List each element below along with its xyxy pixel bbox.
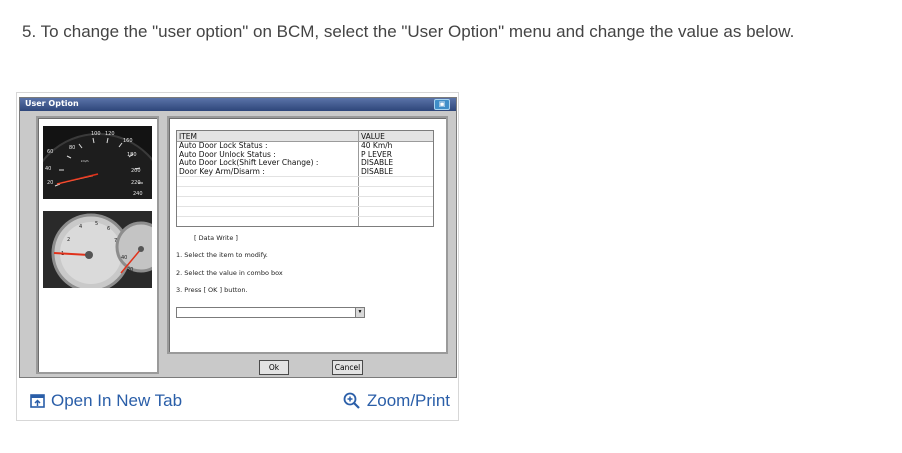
instruction-step: 1. Select the item to modify.: [176, 251, 268, 259]
column-header-item: ITEM: [177, 131, 359, 141]
speedometer-image: 60 40 20 80 100 120 160 180 200 220 240 km/h: [43, 126, 152, 199]
item-cell: Auto Door Unlock Status :: [177, 150, 359, 159]
option-editor-panel: ITEM VALUE Auto Door Lock Status : 40 Km…: [167, 116, 448, 354]
cancel-button[interactable]: Cancel: [332, 360, 363, 375]
table-row[interactable]: Auto Door Lock Status : 40 Km/h: [177, 142, 433, 151]
svg-text:200: 200: [131, 168, 141, 174]
table-row-empty: [177, 186, 433, 196]
table-row-empty: [177, 176, 433, 186]
svg-text:5: 5: [95, 221, 98, 227]
open-new-tab-link[interactable]: Open In New Tab: [30, 391, 182, 411]
data-write-heading: [ Data Write ]: [194, 234, 238, 242]
svg-text:20: 20: [127, 267, 133, 273]
table-row-empty: [177, 206, 433, 216]
zoom-print-label: Zoom/Print: [366, 391, 450, 410]
item-cell: Auto Door Lock(Shift Lever Change) :: [177, 159, 359, 168]
item-cell: Auto Door Lock Status :: [177, 142, 359, 151]
table-row[interactable]: Auto Door Unlock Status : P LEVER: [177, 150, 433, 159]
tachometer-image: 245 671 4020: [43, 211, 152, 288]
value-cell: DISABLE: [361, 167, 394, 176]
value-cell: P LEVER: [361, 150, 392, 159]
svg-text:180: 180: [127, 152, 137, 158]
svg-text:6: 6: [107, 226, 110, 232]
table-row[interactable]: Auto Door Lock(Shift Lever Change) : DIS…: [177, 159, 433, 168]
table-row[interactable]: Door Key Arm/Disarm : DISABLE: [177, 167, 433, 176]
instruction-step: 2. Select the value in combo box: [176, 269, 283, 277]
svg-text:km/h: km/h: [81, 159, 89, 163]
svg-text:120: 120: [105, 131, 115, 137]
figure-frame: User Option ▣ 60 40 20 80 100 120 160 18…: [16, 92, 459, 421]
user-option-window: User Option ▣ 60 40 20 80 100 120 160 18…: [19, 97, 457, 378]
svg-text:100: 100: [91, 131, 101, 137]
table-row-empty: [177, 196, 433, 206]
svg-text:220: 220: [131, 180, 141, 186]
table-header: ITEM VALUE: [177, 131, 433, 142]
instruction-step: 3. Press [ OK ] button.: [176, 286, 248, 294]
item-cell: Door Key Arm/Disarm :: [177, 167, 359, 176]
open-new-tab-icon: [30, 394, 45, 408]
svg-text:4: 4: [79, 224, 82, 230]
svg-text:7: 7: [114, 238, 117, 244]
svg-text:40: 40: [45, 166, 51, 172]
dropdown-arrow-icon[interactable]: ▼: [355, 308, 364, 317]
instruction-text: 5. To change the "user option" on BCM, s…: [22, 22, 795, 41]
svg-text:2: 2: [67, 237, 70, 243]
option-table: ITEM VALUE Auto Door Lock Status : 40 Km…: [176, 130, 434, 227]
value-cell: 40 Km/h: [361, 142, 393, 150]
window-camera-icon[interactable]: ▣: [434, 99, 450, 110]
zoom-print-link[interactable]: Zoom/Print: [343, 391, 450, 411]
column-header-value: VALUE: [361, 132, 385, 141]
window-titlebar: User Option ▣: [20, 98, 456, 111]
zoom-icon: [343, 392, 360, 409]
open-new-tab-label: Open In New Tab: [51, 391, 183, 410]
svg-text:60: 60: [47, 149, 53, 155]
figure-footer: Open In New Tab Zoom/Print: [17, 381, 458, 421]
table-row-empty: [177, 216, 433, 226]
svg-text:40: 40: [121, 255, 127, 261]
cluster-image-panel: 60 40 20 80 100 120 160 180 200 220 240 km/h: [36, 116, 159, 374]
svg-text:20: 20: [47, 180, 53, 186]
svg-text:160: 160: [123, 138, 133, 144]
ok-button[interactable]: Ok: [259, 360, 289, 375]
svg-text:240: 240: [133, 191, 143, 197]
value-cell: DISABLE: [361, 159, 394, 167]
window-title: User Option: [25, 99, 79, 108]
svg-text:80: 80: [69, 145, 75, 151]
value-combo-box[interactable]: ▼: [176, 307, 365, 318]
